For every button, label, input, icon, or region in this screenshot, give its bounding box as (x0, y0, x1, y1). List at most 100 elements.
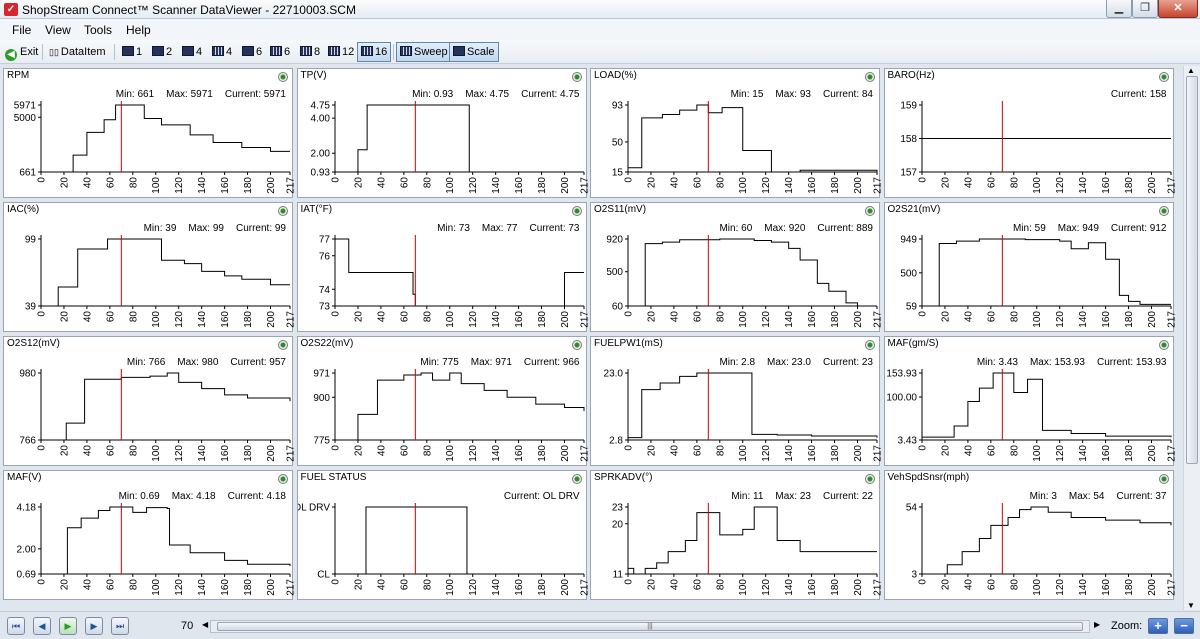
y-tick-label: 158 (900, 134, 917, 145)
play-button[interactable]: ▶ (59, 617, 77, 635)
x-tick-label: 40 (963, 311, 974, 323)
x-tick-label: 40 (669, 177, 680, 189)
graph-panel[interactable]: MAF(V) Min: 0.69 Max: 4.18 Current: 4.18 4.1… (3, 470, 294, 600)
x-tick-label: 200 (853, 177, 864, 194)
scroll-right-arrow[interactable]: ▶ (1094, 620, 1100, 629)
y-tick-label: 900 (313, 393, 330, 404)
x-tick-label: 20 (353, 445, 364, 457)
layout-16-button[interactable]: 16 (357, 42, 392, 62)
layout-12-button[interactable]: 12 (324, 42, 358, 62)
y-tick-label: 23.0 (604, 369, 624, 380)
x-tick-label: 100 (738, 579, 749, 596)
exit-button[interactable]: ◀ Exit (1, 42, 42, 62)
x-tick-label: 140 (197, 311, 208, 328)
x-tick-label: 60 (986, 177, 997, 189)
x-tick-label: 200 (853, 311, 864, 328)
y-tick-label: 100.00 (886, 393, 917, 404)
close-button[interactable]: ✕ (1158, 0, 1198, 18)
graph-panel[interactable]: SPRKADV(°) Min: 11 Max: 23 Current: 22 23 20 1… (590, 470, 881, 600)
x-tick-label: 20 (940, 445, 951, 457)
graph-panel[interactable]: O2S22(mV) Min: 775 Max: 971 Current: 966 971… (296, 336, 588, 466)
x-tick-label: 0 (37, 445, 48, 451)
y-tick-label: 73 (318, 302, 330, 313)
x-tick-label: 217 (286, 177, 295, 194)
x-tick-label: 60 (105, 177, 116, 189)
zoom-in-button[interactable]: + (1148, 618, 1168, 634)
scroll-down-arrow[interactable]: ▼ (1187, 601, 1195, 610)
graph-panel[interactable]: LOAD(%) Min: 15 Max: 93 Current: 84 93 50 15 0 2… (590, 68, 881, 198)
minimize-button[interactable]: ▁ (1106, 0, 1132, 18)
x-tick-label: 40 (376, 445, 387, 457)
x-tick-label: 140 (491, 177, 502, 194)
frame-scrollbar[interactable]: ||| (210, 620, 1090, 633)
layout-6-button[interactable]: 6 (238, 42, 266, 62)
graph-panel[interactable]: MAF(gm/S) Min: 3.43 Max: 153.93 Current: 15… (883, 336, 1175, 466)
menu-help[interactable]: Help (126, 23, 151, 37)
graph-plot: 93 50 150 20 40 60 80 100 120 140 160 180 200 217 (612, 101, 881, 194)
zoom-out-button[interactable]: − (1174, 618, 1194, 634)
menu-view[interactable]: View (45, 23, 71, 37)
layout-6b-button[interactable]: 6 (266, 42, 294, 62)
menu-tools[interactable]: Tools (84, 23, 112, 37)
x-tick-label: 100 (445, 311, 456, 328)
y-tick-label: 54 (905, 503, 917, 514)
layout-4b-button[interactable]: 4 (208, 42, 236, 62)
x-tick-label: 217 (286, 445, 295, 462)
layout-2-button[interactable]: 2 (148, 42, 176, 62)
graph-panel[interactable]: BARO(Hz) Current: 158 159 158 157 0 20 40 60 80 10… (883, 68, 1175, 198)
x-tick-label: 60 (399, 579, 410, 591)
scroll-left-arrow[interactable]: ◀ (202, 620, 208, 629)
graph-plot: 23 20 110 20 40 60 80 100 120 140 160 180 200 217 (612, 503, 881, 596)
graph-panel[interactable]: TP(V) Min: 0.93 Max: 4.75 Current: 4.75 4.75… (296, 68, 588, 198)
x-tick-label: 180 (537, 579, 548, 596)
first-frame-button[interactable]: ⏮ (7, 617, 25, 635)
x-tick-label: 200 (559, 177, 570, 194)
dataitem-button[interactable]: ▯▯ DataItem (45, 42, 110, 62)
x-tick-label: 217 (579, 579, 588, 596)
restore-button[interactable]: ❐ (1132, 0, 1158, 18)
graph-panel[interactable]: O2S12(mV) Min: 766 Max: 980 Current: 957 980… (3, 336, 295, 466)
vertical-scrollbar[interactable]: ▲ ▼ (1183, 66, 1200, 610)
y-tick-label: 15 (612, 168, 624, 179)
graph-panel[interactable]: O2S21(mV) Min: 59 Max: 949 Current: 912 949 5… (883, 202, 1175, 332)
graph-panel[interactable]: FUELPW1(mS) Min: 2.8 Max: 23.0 Current: 23 2… (590, 336, 881, 466)
graph-panel[interactable]: FUEL STATUSCurrent: OL DRVOL DRVCL020406… (296, 470, 588, 600)
y-tick-label: 2.00 (310, 149, 330, 160)
x-tick-label: 140 (491, 311, 502, 328)
vertical-scroll-thumb[interactable] (1186, 76, 1198, 464)
x-tick-label: 120 (761, 177, 772, 194)
next-frame-button[interactable]: ▶ (85, 617, 103, 635)
x-tick-label: 180 (1124, 579, 1135, 596)
zoom-label: Zoom: (1111, 620, 1143, 632)
last-frame-button[interactable]: ⏭ (111, 617, 129, 635)
x-tick-label: 20 (646, 177, 657, 189)
menu-file[interactable]: File (12, 23, 31, 37)
layout-1-button[interactable]: 1 (118, 42, 146, 62)
x-tick-label: 160 (514, 311, 525, 328)
x-tick-label: 0 (917, 311, 928, 317)
y-tick-label: 661 (19, 168, 36, 179)
layout-4-button[interactable]: 4 (178, 42, 206, 62)
graph-panel[interactable]: RPM Min: 661 Max: 5971 Current: 5971 5971 500… (3, 68, 295, 198)
x-tick-label: 20 (59, 579, 70, 591)
x-tick-label: 200 (559, 579, 570, 596)
graph-panel[interactable]: O2S11(mV) Min: 60 Max: 920 Current: 889 920 5… (590, 202, 881, 332)
x-tick-label: 180 (830, 311, 841, 328)
graph-plot: 980 7660 20 40 60 80 100 120 140 160 180 200 217 (19, 369, 295, 462)
y-tick-label: 93 (612, 101, 624, 112)
x-tick-label: 80 (1009, 311, 1020, 323)
sweep-button[interactable]: Sweep (396, 42, 452, 62)
graph-panel[interactable]: IAC(%) Min: 39 Max: 99 Current: 99 99 39 0 20 40… (3, 202, 294, 332)
layout-8-button[interactable]: 8 (296, 42, 324, 62)
scale-button[interactable]: Scale (449, 42, 499, 62)
scroll-up-arrow[interactable]: ▲ (1187, 66, 1195, 75)
graph-panel[interactable]: VehSpdSnsr(mph) Min: 3 Max: 54 Current: 37 5… (883, 470, 1175, 600)
graph-panel[interactable]: IAT(°F) Min: 73 Max: 77 Current: 73 77 76 74 73… (296, 202, 588, 332)
y-tick-label: 153.93 (886, 369, 917, 380)
previous-frame-button[interactable]: ◀ (33, 617, 51, 635)
frame-scroll-thumb[interactable]: ||| (217, 622, 1083, 631)
y-tick-label: 77 (318, 235, 330, 246)
graph-plot: 59715000 6610 20 40 60 80 100 120 140 160 180 200 21… (14, 101, 295, 194)
x-tick-label: 120 (468, 579, 479, 596)
x-tick-label: 40 (669, 445, 680, 457)
